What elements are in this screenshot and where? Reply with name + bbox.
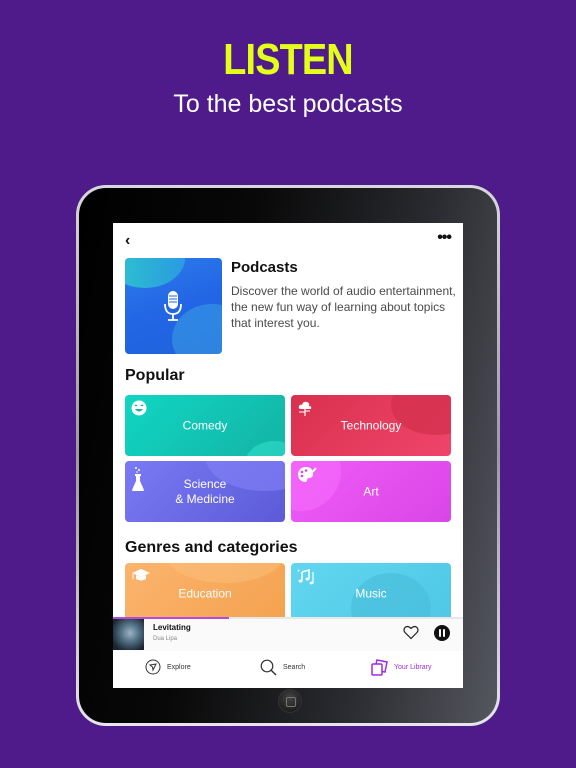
microphone-icon — [164, 291, 182, 321]
artist-name: Dua Lipa — [153, 636, 178, 642]
tile-decoration — [165, 563, 285, 583]
podcasts-description: Discover the world of audio entertainmen… — [231, 284, 456, 330]
tile-technology[interactable]: Technology — [291, 395, 451, 456]
tile-label: Technology — [340, 418, 402, 432]
mini-player[interactable]: Levitating Dua Lipa — [113, 617, 463, 651]
tab-label: Search — [283, 664, 306, 671]
popular-heading: Popular — [125, 367, 185, 384]
tile-label-line2: & Medicine — [175, 491, 235, 506]
tile-label-line1: Science — [183, 476, 227, 491]
app-screen: ‹ ••• Podcasts Discover the world of aud… — [113, 223, 463, 688]
top-bar: ‹ ••• — [113, 223, 463, 259]
heart-icon[interactable] — [403, 625, 419, 640]
album-art — [113, 619, 144, 650]
hero-title: LISTEN — [223, 35, 353, 84]
tile-decoration — [245, 441, 285, 456]
tab-explore[interactable]: Explore — [145, 659, 191, 675]
svg-text:+: + — [297, 569, 301, 575]
tab-label: Your Library — [394, 664, 432, 671]
tile-label: Education — [178, 586, 232, 600]
music-notes-icon: + — [297, 569, 314, 585]
tile-label: Science & Medicine — [125, 477, 285, 507]
tile-comedy[interactable]: Comedy — [125, 395, 285, 456]
palette-icon — [298, 467, 317, 482]
cloud-network-icon — [298, 401, 312, 416]
laughing-face-icon — [131, 400, 147, 416]
tile-education[interactable]: Education — [125, 563, 285, 624]
ellipsis-icon[interactable]: ••• — [437, 229, 452, 247]
library-icon — [371, 659, 388, 676]
tile-label: Art — [363, 484, 379, 498]
tile-music[interactable]: + Music — [291, 563, 451, 624]
song-title: Levitating — [153, 623, 191, 632]
chevron-left-icon[interactable]: ‹ — [125, 232, 130, 250]
home-button[interactable] — [278, 689, 302, 713]
genres-heading: Genres and categories — [125, 539, 298, 556]
compass-icon — [145, 659, 161, 675]
tile-label: Music — [355, 586, 387, 600]
hero-subtitle: To the best podcasts — [173, 90, 403, 118]
pause-button[interactable] — [434, 625, 450, 641]
podcasts-cover — [125, 258, 222, 354]
podcasts-title: Podcasts — [231, 259, 298, 276]
tab-your-library[interactable]: Your Library — [371, 659, 432, 676]
tile-label: Comedy — [182, 418, 228, 432]
cover-decoration — [125, 258, 185, 288]
tab-search[interactable]: Search — [260, 659, 305, 676]
tile-art[interactable]: Art — [291, 461, 451, 522]
tab-bar: Explore Search Your Library — [113, 651, 463, 688]
tile-science-medicine[interactable]: Science & Medicine — [125, 461, 285, 522]
search-icon — [260, 659, 277, 676]
graduation-cap-icon — [132, 569, 150, 581]
progress-bar[interactable] — [113, 617, 463, 619]
tab-label: Explore — [167, 663, 191, 671]
